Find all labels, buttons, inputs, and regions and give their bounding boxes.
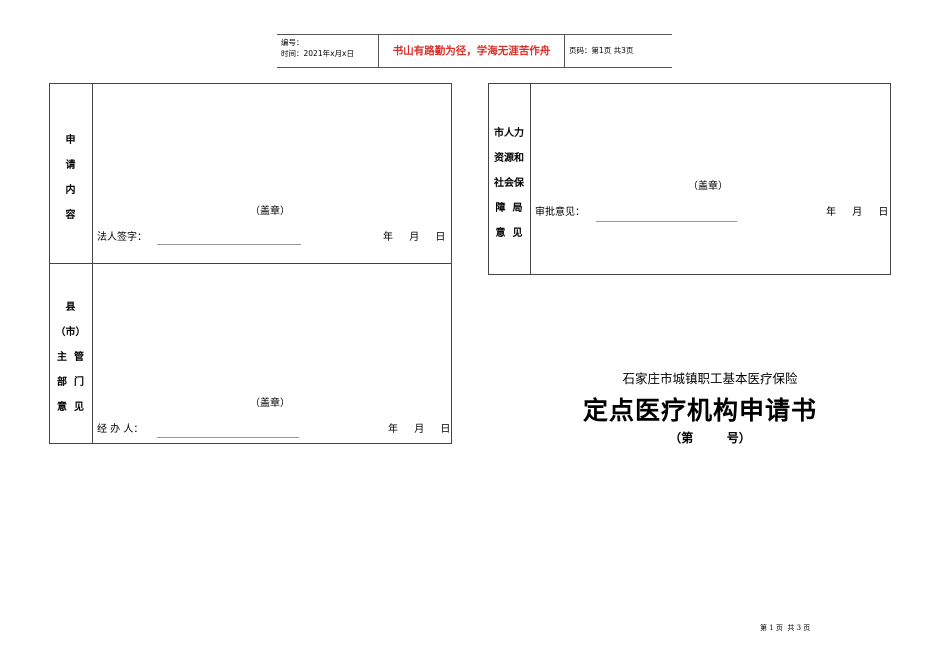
cover-subtitle: 石家庄市城镇职工基本医疗保险 <box>622 371 798 386</box>
date-day: 日 <box>878 207 889 218</box>
date-year: 年 <box>383 232 393 243</box>
county-date: 年 月 日 <box>388 420 450 435</box>
county-label-line: （市） <box>55 327 86 338</box>
date-year: 年 <box>388 424 398 435</box>
application-label-char: 容 <box>65 210 76 221</box>
county-label-line: 县 <box>65 302 76 313</box>
bureau-label-line: 意 见 <box>495 228 523 239</box>
application-date: 年 月 日 <box>383 228 445 243</box>
bureau-label-line: 社会保 <box>494 178 524 189</box>
date-month: 月 <box>409 232 420 243</box>
approval-label: 审批意见： <box>535 207 585 218</box>
right-table-divider <box>530 83 531 275</box>
bureau-date: 年 月 日 <box>826 203 888 218</box>
bureau-seal: （盖章） <box>688 181 728 192</box>
application-seal: （盖章） <box>250 206 290 217</box>
left-table-row-divider <box>49 263 452 264</box>
application-label-char: 申 <box>65 135 76 146</box>
bureau-label-line: 市人力 <box>494 128 524 139</box>
approval-line[interactable] <box>596 221 737 222</box>
county-label-line: 意 见 <box>57 402 84 413</box>
handler-label: 经 办 人： <box>97 424 144 435</box>
legal-signature-line[interactable] <box>157 244 301 245</box>
county-label-line: 主 管 <box>57 352 84 363</box>
header-meta: 编号： 时间：2021年x月x日 <box>277 35 378 67</box>
date-year: 年 <box>826 207 836 218</box>
county-label-line: 部 门 <box>57 377 84 388</box>
legal-signature-label: 法人签字： <box>97 232 147 243</box>
bureau-label-line: 资源和 <box>494 153 524 164</box>
document-header: 编号： 时间：2021年x月x日 书山有路勤为径，学海无涯苦作舟 页码：第1页 … <box>277 34 672 68</box>
application-label-char: 内 <box>65 185 76 196</box>
header-page-number: 页码：第1页 共3页 <box>569 46 634 55</box>
date-day: 日 <box>440 424 451 435</box>
date-month: 月 <box>852 207 863 218</box>
cover-number-line: （第 号） <box>669 431 751 445</box>
document-time: 时间：2021年x月x日 <box>281 49 354 58</box>
header-motto: 书山有路勤为径，学海无涯苦作舟 <box>378 35 565 67</box>
cover-title: 定点医疗机构申请书 <box>582 396 817 425</box>
footer-page-number: 第 1 页 共 3 页 <box>760 624 811 632</box>
date-day: 日 <box>435 232 446 243</box>
handler-signature-line[interactable] <box>157 437 299 438</box>
application-label-char: 请 <box>65 160 76 171</box>
county-seal: （盖章） <box>250 398 290 409</box>
date-month: 月 <box>414 424 425 435</box>
bureau-label-line: 障 局 <box>495 203 523 214</box>
document-number-label: 编号： <box>281 38 304 47</box>
